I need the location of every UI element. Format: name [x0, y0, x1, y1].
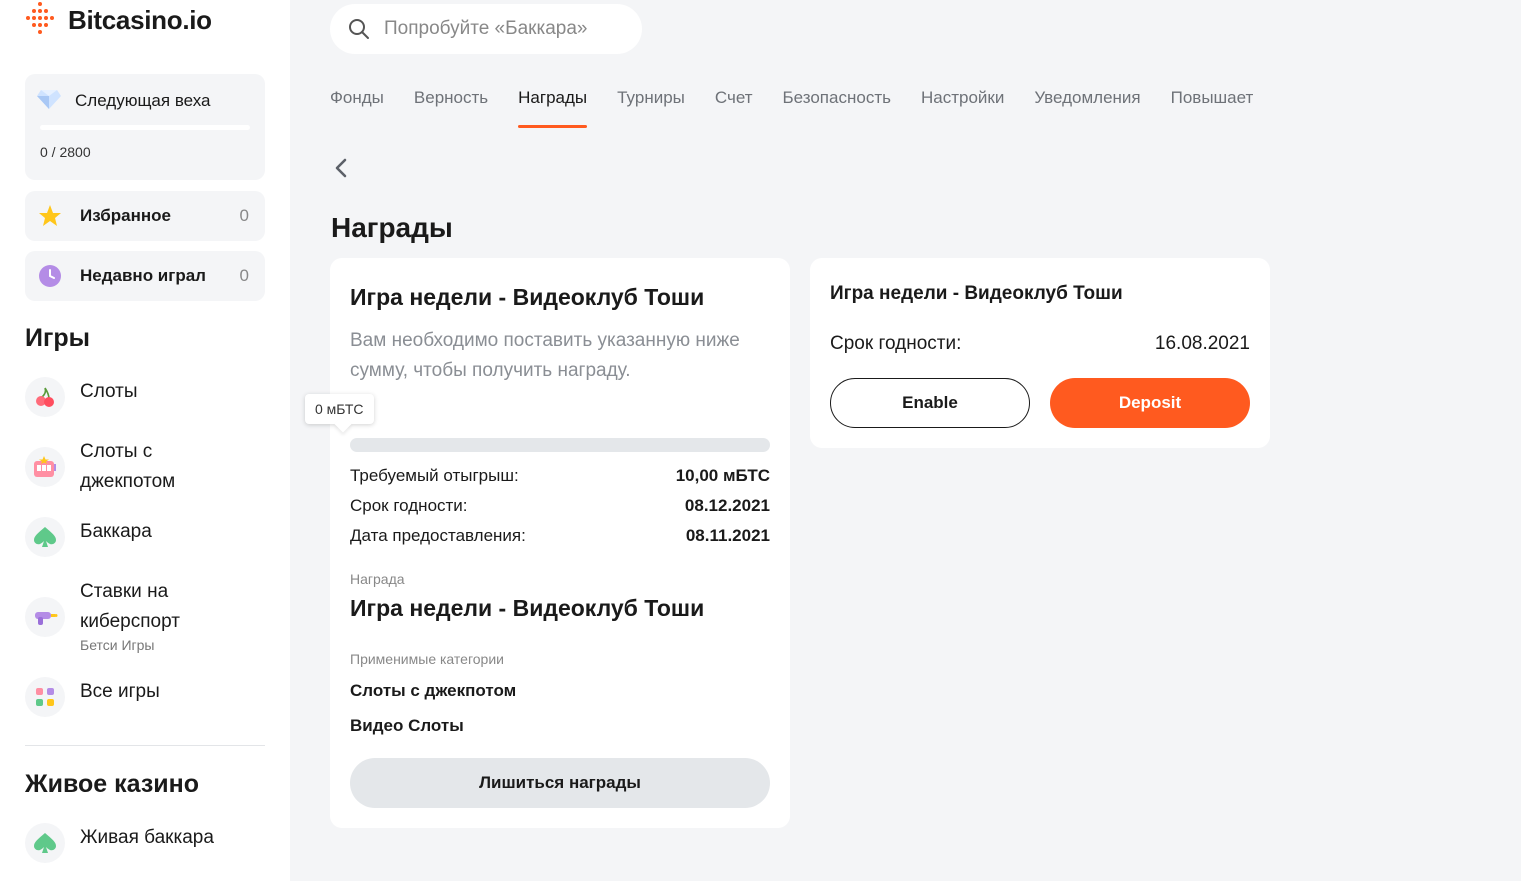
search-input[interactable]: Попробуйте «Баккара» [330, 4, 642, 54]
sidebar-item-baccarat[interactable]: Баккара [25, 517, 265, 557]
esports-sublabel: Бетси Игры [80, 637, 155, 653]
page-title: Награды [331, 212, 453, 243]
games-heading: Игры [25, 324, 91, 352]
milestone-progress-bar [40, 125, 250, 130]
sidebar-item-live-baccarat[interactable]: Живая баккара [25, 823, 265, 863]
category-item: Видео Слоты [350, 716, 464, 735]
milestone-card[interactable]: Следующая веха 0 / 2800 [25, 74, 265, 180]
sidebar-item-recent[interactable]: Недавно играл 0 [25, 251, 265, 301]
logo[interactable]: Bitcasino.io [26, 0, 212, 40]
slot-machine-icon [25, 447, 65, 487]
slots-label: Слоты [80, 381, 138, 402]
required-wager-value: 10,00 мБТС [675, 466, 770, 485]
tab-account[interactable]: Счет [715, 84, 753, 128]
row-summary-expiry: Срок годности: 16.08.2021 [830, 333, 1250, 355]
forfeit-reward-button[interactable]: Лишиться награды [350, 758, 770, 808]
esports-text: Ставки на киберспорт Бетси Игры [80, 577, 230, 653]
account-tabs: Фонды Верность Награды Турниры Счет Безо… [330, 84, 1283, 128]
recent-label: Недавно играл [80, 266, 206, 285]
baccarat-label: Баккара [80, 521, 152, 542]
summary-expiry-value: 16.08.2021 [1154, 333, 1250, 354]
reward-summary-title: Игра недели - Видеоклуб Тоши [830, 283, 1123, 304]
categories-label: Применимые категории [350, 651, 504, 667]
tab-settings[interactable]: Настройки [921, 84, 1004, 128]
esports-label: Ставки на киберспорт [80, 581, 180, 632]
star-icon [38, 204, 62, 228]
tab-notifications[interactable]: Уведомления [1034, 84, 1140, 128]
tab-rewards[interactable]: Награды [518, 84, 587, 128]
milestone-title: Следующая веха [75, 91, 211, 110]
spade-icon [25, 823, 65, 863]
row-required-wager: Требуемый отыгрыш: 10,00 мБТС [350, 466, 770, 486]
jackpot-slots-label: Слоты с джекпотом [80, 441, 176, 492]
clock-icon [38, 264, 62, 288]
search-icon [349, 19, 369, 39]
summary-expiry-label: Срок годности: [830, 333, 962, 354]
blaster-icon [25, 597, 65, 637]
required-wager-label: Требуемый отыгрыш: [350, 466, 519, 485]
sidebar-item-jackpot-slots[interactable]: Слоты с джекпотом [25, 437, 265, 497]
milestone-count: 0 / 2800 [40, 144, 91, 160]
diamond-icon [37, 90, 61, 109]
brand-name: Bitcasino.io [68, 4, 212, 35]
tab-security[interactable]: Безопасность [783, 84, 891, 128]
sidebar-divider [25, 745, 265, 746]
search-placeholder: Попробуйте «Баккара» [384, 18, 588, 39]
tab-funds[interactable]: Фонды [330, 84, 384, 128]
reward-title: Игра недели - Видеоклуб Тоши [350, 284, 705, 310]
favorites-label: Избранное [80, 206, 171, 225]
all-games-label: Все игры [80, 681, 160, 702]
favorites-count: 0 [239, 206, 249, 225]
chevron-left-icon [335, 158, 347, 178]
sidebar: Bitcasino.io Следующая веха 0 / 2800 Изб… [0, 0, 290, 881]
progress-tooltip: 0 мБТС [305, 394, 374, 424]
recent-count: 0 [239, 266, 249, 285]
grant-date-label: Дата предоставления: [350, 526, 526, 545]
reward-summary-card: Игра недели - Видеоклуб Тоши Срок годнос… [810, 258, 1270, 448]
reward-detail-card: Игра недели - Видеоклуб Тоши Вам необход… [305, 258, 790, 828]
tab-loyalty[interactable]: Верность [414, 84, 488, 128]
category-item: Слоты с джекпотом [350, 681, 517, 700]
wager-progress-bar [350, 438, 770, 452]
tab-boosts[interactable]: Повышает [1171, 84, 1254, 128]
reward-name: Игра недели - Видеоклуб Тоши [350, 595, 705, 621]
sidebar-item-esports[interactable]: Ставки на киберспорт Бетси Игры [25, 577, 265, 653]
expiry-value: 08.12.2021 [684, 496, 770, 515]
live-casino-heading: Живое казино [25, 770, 200, 798]
enable-button[interactable]: Enable [830, 378, 1030, 428]
reward-description: Вам необходимо поставить указанную ниже … [350, 330, 740, 381]
spade-icon [25, 517, 65, 557]
sidebar-item-all-games[interactable]: Все игры [25, 677, 265, 717]
tab-tournaments[interactable]: Турниры [617, 84, 685, 128]
live-baccarat-label: Живая баккара [80, 827, 214, 848]
back-button[interactable] [330, 155, 352, 181]
reward-label: Награда [350, 571, 405, 587]
grant-date-value: 08.11.2021 [685, 526, 770, 545]
grid-icon [25, 677, 65, 717]
cherry-icon [25, 377, 65, 417]
row-expiry: Срок годности: 08.12.2021 [350, 496, 770, 516]
expiry-label: Срок годности: [350, 496, 468, 515]
row-grant-date: Дата предоставления: 08.11.2021 [350, 526, 770, 546]
logo-icon [26, 0, 54, 40]
deposit-button[interactable]: Deposit [1050, 378, 1250, 428]
sidebar-item-favorites[interactable]: Избранное 0 [25, 191, 265, 241]
sidebar-item-slots[interactable]: Слоты [25, 377, 265, 417]
